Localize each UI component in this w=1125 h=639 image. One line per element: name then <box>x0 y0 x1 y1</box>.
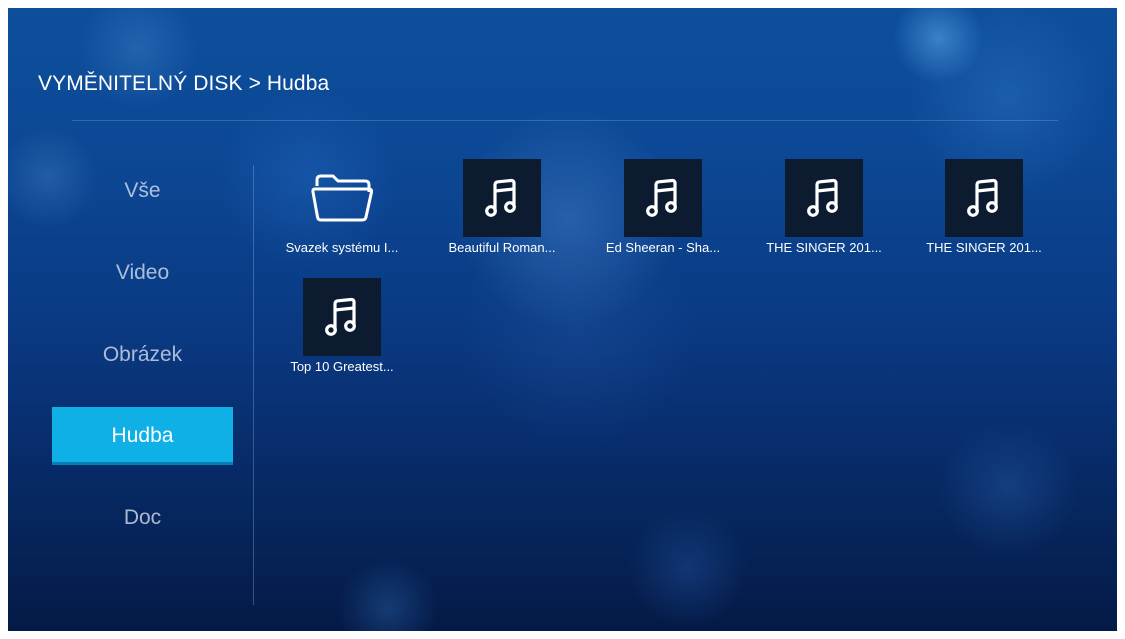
file-label: Beautiful Roman... <box>448 240 556 255</box>
music-note-icon <box>303 278 381 356</box>
file-tile-folder[interactable]: Svazek systému I... <box>266 159 418 269</box>
file-label: THE SINGER 201... <box>926 240 1042 255</box>
sidebar-item-video[interactable]: Video <box>52 244 233 302</box>
music-note-icon <box>785 159 863 237</box>
media-browser-screen: VYMĚNITELNÝ DISK > Hudba Vše Video Obráz… <box>8 8 1117 631</box>
sidebar-item-hudba[interactable]: Hudba <box>52 407 233 465</box>
breadcrumb: VYMĚNITELNÝ DISK > Hudba <box>38 72 330 95</box>
music-note-icon <box>945 159 1023 237</box>
file-label: Ed Sheeran - Sha... <box>605 240 721 255</box>
file-tile-music[interactable]: THE SINGER 201... <box>908 159 1060 269</box>
sidebar-divider <box>253 165 254 605</box>
file-tile-music[interactable]: Ed Sheeran - Sha... <box>587 159 739 269</box>
music-note-icon <box>624 159 702 237</box>
file-tile-music[interactable]: Top 10 Greatest... <box>266 278 418 388</box>
sidebar-item-obrazek[interactable]: Obrázek <box>52 326 233 384</box>
header-divider <box>72 120 1058 121</box>
sidebar-item-vse[interactable]: Vše <box>52 162 233 220</box>
file-tile-music[interactable]: THE SINGER 201... <box>748 159 900 269</box>
folder-icon <box>303 159 381 237</box>
music-note-icon <box>463 159 541 237</box>
file-label: Svazek systému I... <box>285 240 399 255</box>
file-tile-music[interactable]: Beautiful Roman... <box>426 159 578 269</box>
file-label: Top 10 Greatest... <box>290 359 394 374</box>
file-label: THE SINGER 201... <box>766 240 882 255</box>
sidebar-item-doc[interactable]: Doc <box>52 489 233 547</box>
